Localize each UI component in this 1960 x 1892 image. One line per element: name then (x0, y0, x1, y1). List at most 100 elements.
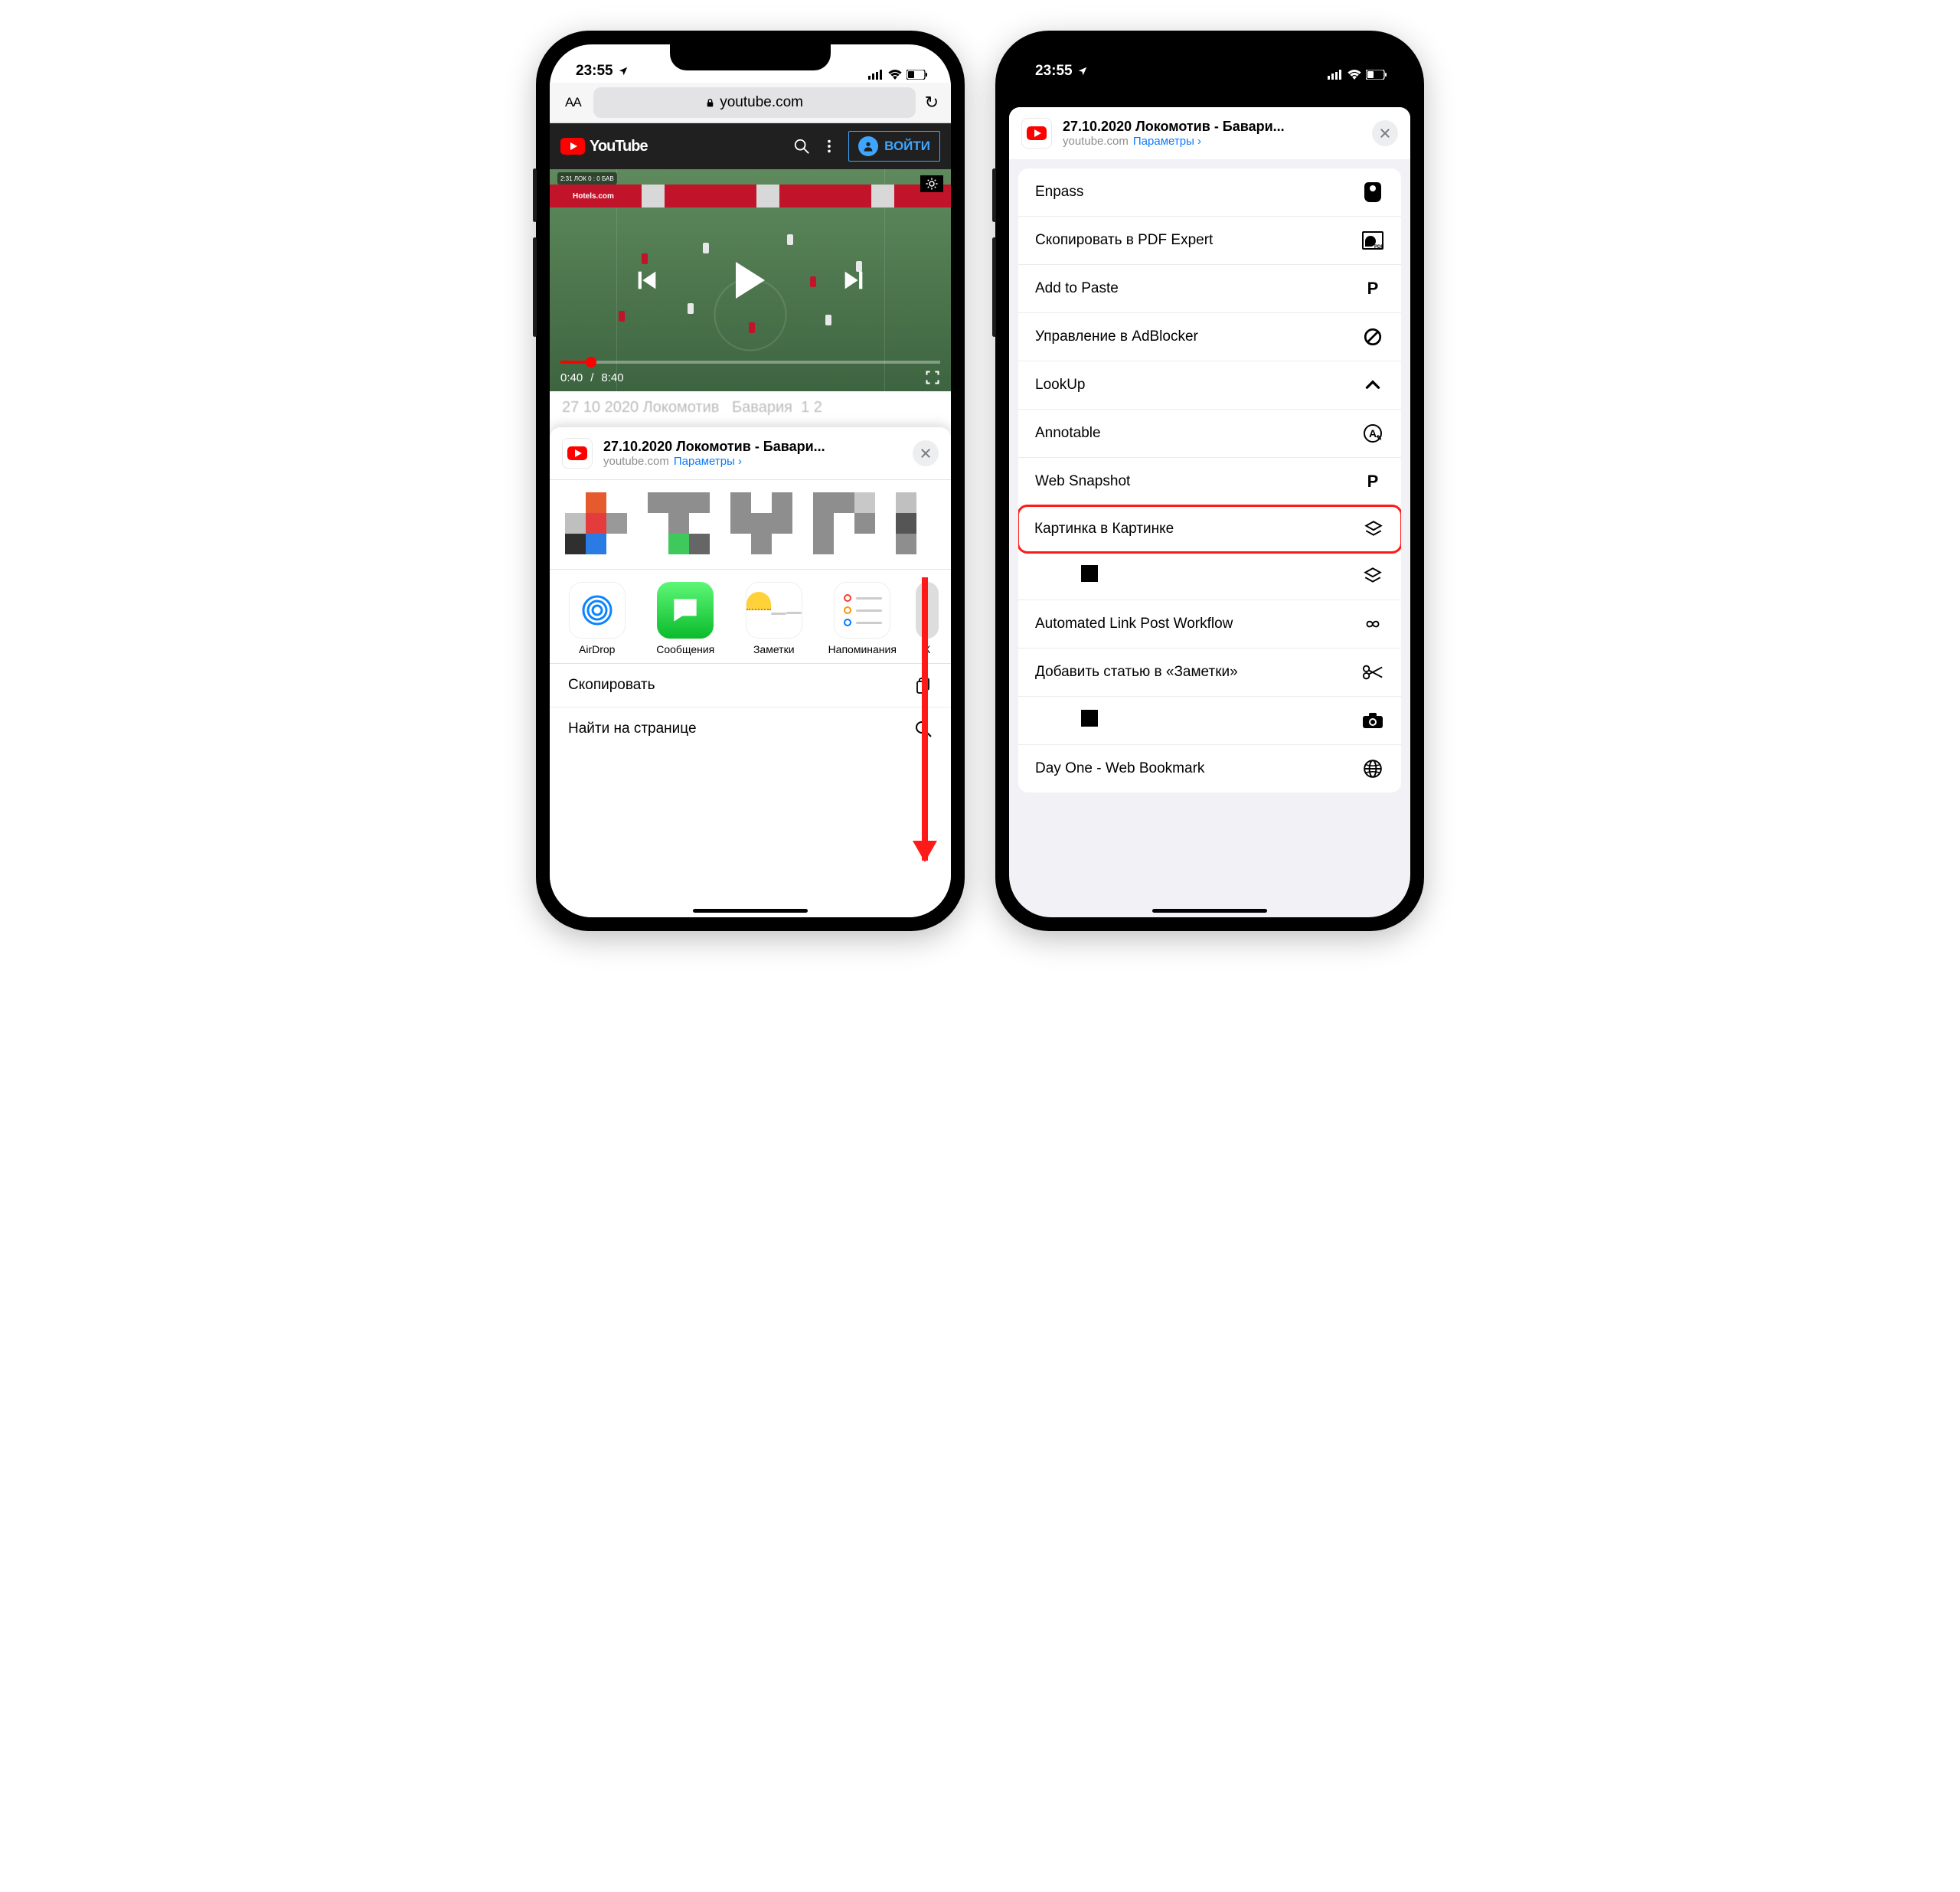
annotation-arrow (922, 577, 928, 861)
shortcut-day-one-web-bookmark[interactable]: Day One - Web Bookmark (1018, 745, 1401, 792)
home-indicator[interactable] (693, 909, 808, 913)
action-copy-label: Скопировать (568, 677, 655, 694)
share-domain: youtube.com (603, 455, 669, 468)
app-notes[interactable]: Заметки (739, 582, 809, 655)
lock-icon (705, 98, 715, 108)
text-size-button[interactable]: AA (559, 95, 587, 110)
notch (670, 44, 831, 70)
share-apps-row: AirDrop Сообщения Заметки Напомин (550, 570, 951, 663)
shortcut-скопировать-в-pdf-expert[interactable]: Скопировать в PDF Expert (1018, 217, 1401, 265)
layers-icon (1362, 518, 1385, 541)
shortcut-web-snapshot[interactable]: Web Snapshot P (1018, 458, 1401, 506)
camera-icon (1361, 709, 1384, 732)
sign-in-button[interactable]: ВОЙТИ (848, 131, 940, 162)
shortcut-label (1035, 565, 1098, 587)
share-actions: Скопировать Найти на странице (550, 663, 951, 750)
sign-in-label: ВОЙТИ (884, 139, 930, 154)
share-title: 27.10.2020 Локомотив - Бавари... (1063, 119, 1361, 135)
live-score: 2:31 ЛОК 0 : 0 БАВ (557, 172, 617, 185)
app-reminders[interactable]: Напоминания (828, 582, 898, 655)
home-indicator[interactable] (1152, 909, 1267, 913)
close-button[interactable] (1372, 120, 1398, 146)
action-find-label: Найти на странице (568, 721, 697, 737)
youtube-wordmark: YouTube (590, 138, 648, 155)
shortcut-label: Добавить статью в «Заметки» (1035, 664, 1238, 681)
wifi-icon (1348, 70, 1361, 80)
shortcut-label: Скопировать в PDF Expert (1035, 232, 1213, 249)
share-options-link[interactable]: Параметры › (1133, 135, 1201, 148)
pdf-icon (1361, 229, 1384, 252)
search-icon[interactable] (793, 138, 810, 155)
more-icon[interactable] (821, 138, 838, 155)
shortcut-lookup[interactable]: LookUp (1018, 361, 1401, 410)
shortcut-enpass[interactable]: Enpass (1018, 168, 1401, 217)
cellular-icon (1328, 70, 1343, 80)
status-time: 23:55 (1035, 63, 1073, 80)
app-reminders-label: Напоминания (828, 643, 898, 655)
shortcut-картинка-в-картинке[interactable]: Картинка в Картинке (1018, 505, 1401, 554)
phone-left: 23:55 AA youtube.com ↻ YouTube (536, 31, 965, 931)
shortcut-add-to-paste[interactable]: Add to Paste P (1018, 265, 1401, 313)
share-sheet: 27.10.2020 Локомотив - Бавари... youtube… (550, 427, 951, 917)
app-airdrop-label: AirDrop (562, 643, 632, 655)
youtube-logo[interactable]: YouTube (560, 138, 648, 155)
player-controls (550, 264, 951, 296)
location-icon (618, 66, 629, 77)
globe-icon (1361, 757, 1384, 780)
status-indicators (1328, 70, 1387, 80)
shortcut-label: LookUp (1035, 377, 1086, 394)
previous-button[interactable] (631, 264, 663, 296)
battery-icon (1366, 70, 1387, 80)
time-current: 0:40 (560, 371, 583, 384)
share-thumbnail (1021, 118, 1052, 149)
snapshot-icon: P (1361, 470, 1384, 493)
phone-right: 23:55 27.10.2020 Локомотив - Бавари... y… (995, 31, 1424, 931)
shortcut-annotable[interactable]: AnnotableA✎ (1018, 410, 1401, 458)
next-button[interactable] (838, 264, 870, 296)
shortcut-label: Add to Paste (1035, 280, 1119, 297)
contacts-row[interactable] (550, 480, 951, 569)
shortcut-label: Картинка в Картинке (1034, 521, 1174, 538)
shortcut-управление-в-adblocker[interactable]: Управление в AdBlocker (1018, 313, 1401, 361)
url-field[interactable]: youtube.com (593, 87, 916, 118)
reload-button[interactable]: ↻ (922, 93, 942, 113)
status-time: 23:55 (576, 63, 613, 80)
stadium-banner: Hotels.com (550, 185, 951, 207)
shortcut-label: Web Snapshot (1035, 473, 1130, 490)
shortcut-blank-8[interactable] (1018, 552, 1401, 600)
address-bar: AA youtube.com ↻ (550, 83, 951, 123)
app-airdrop[interactable]: AirDrop (562, 582, 632, 655)
paste-icon: P (1361, 277, 1384, 300)
share-title: 27.10.2020 Локомотив - Бавари... (603, 439, 902, 455)
annotable-icon: A✎ (1361, 422, 1384, 445)
share-sheet-expanded: 27.10.2020 Локомотив - Бавари... youtube… (1009, 107, 1410, 917)
battery-icon (906, 70, 928, 80)
screen: 23:55 27.10.2020 Локомотив - Бавари... y… (1009, 44, 1410, 917)
shortcut-label: Day One - Web Bookmark (1035, 760, 1204, 777)
enpass-icon (1361, 181, 1384, 204)
screen: 23:55 AA youtube.com ↻ YouTube (550, 44, 951, 917)
location-icon (1077, 66, 1088, 77)
app-messages[interactable]: Сообщения (651, 582, 721, 655)
chevron-icon (1361, 374, 1384, 397)
action-copy[interactable]: Скопировать (550, 664, 951, 707)
video-player[interactable]: 2:31 ЛОК 0 : 0 БАВ Hotels.com (550, 169, 951, 391)
infinity-icon (1361, 613, 1384, 636)
block-icon (1361, 325, 1384, 348)
action-find[interactable]: Найти на странице (550, 707, 951, 750)
cellular-icon (868, 70, 884, 80)
settings-icon[interactable] (920, 175, 943, 192)
play-button[interactable] (734, 264, 766, 296)
youtube-logo-icon (560, 138, 585, 155)
layers-icon (1361, 564, 1384, 587)
shortcut-blank-11[interactable] (1018, 697, 1401, 745)
shortcut-добавить-статью-в-заметки[interactable]: Добавить статью в «Заметки» (1018, 649, 1401, 697)
shortcut-automated-link-post-workflow[interactable]: Automated Link Post Workflow (1018, 600, 1401, 649)
shortcut-label: Enpass (1035, 184, 1083, 201)
shortcut-list: Enpass Скопировать в PDF Expert Add to Pas… (1018, 168, 1401, 792)
share-thumbnail (562, 438, 593, 469)
wifi-icon (888, 70, 902, 80)
close-button[interactable] (913, 440, 939, 466)
fullscreen-icon[interactable] (925, 370, 940, 385)
share-options-link[interactable]: Параметры › (674, 455, 742, 468)
